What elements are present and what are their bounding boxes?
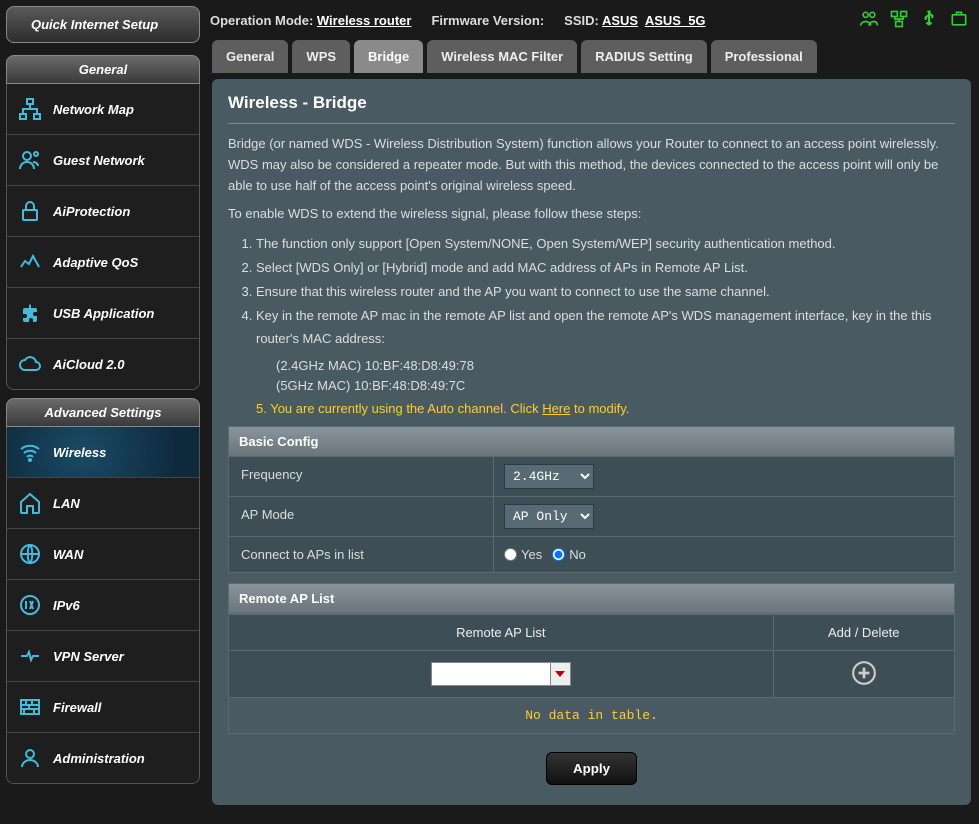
mac-5: (5GHz MAC) 10:BF:48:D8:49:7C [276, 376, 955, 397]
sidebar-item-label: Adaptive QoS [53, 255, 138, 270]
sidebar-item-usb-application[interactable]: USB Application [7, 288, 199, 339]
globe-icon [17, 541, 43, 567]
sidebar-item-administration[interactable]: Administration [7, 733, 199, 783]
sidebar-item-label: Firewall [53, 700, 101, 715]
tab-wps[interactable]: WPS [292, 40, 350, 73]
tab-professional[interactable]: Professional [711, 40, 817, 73]
section-general-head: General [6, 55, 200, 84]
panel-description-1: Bridge (or named WDS - Wireless Distribu… [228, 134, 955, 196]
basic-config-head: Basic Config [228, 426, 955, 457]
sidebar-item-label: AiProtection [53, 204, 130, 219]
admin-icon [17, 745, 43, 771]
panel-title: Wireless - Bridge [228, 93, 955, 124]
col-remote-ap-list: Remote AP List [229, 615, 774, 651]
ap-mode-select[interactable]: AP Only [504, 504, 594, 529]
opmode-link[interactable]: Wireless router [317, 13, 412, 28]
no-data-text: No data in table. [229, 698, 955, 734]
vpn-icon [17, 643, 43, 669]
guest-icon [17, 147, 43, 173]
network-icon[interactable] [889, 9, 909, 32]
steps-list: The function only support [Open System/N… [256, 233, 955, 349]
remote-ap-table: Remote AP List Add / Delete [228, 614, 955, 734]
puzzle-icon [17, 300, 43, 326]
sidebar-item-firewall[interactable]: Firewall [7, 682, 199, 733]
remote-ap-dropdown-button[interactable] [551, 662, 571, 686]
cloud-icon [17, 351, 43, 377]
col-add-delete: Add / Delete [773, 615, 955, 651]
firewall-icon [17, 694, 43, 720]
ssid-24-link[interactable]: ASUS [602, 13, 638, 28]
sidebar-item-label: LAN [53, 496, 80, 511]
step-item: Key in the remote AP mac in the remote A… [256, 305, 955, 349]
sidebar-item-aiprotection[interactable]: AiProtection [7, 186, 199, 237]
section-advanced-head: Advanced Settings [6, 398, 200, 427]
remote-ap-mac-input[interactable] [431, 662, 551, 686]
connect-yes-radio[interactable]: Yes [504, 547, 542, 562]
main-content: General WPS Bridge Wireless MAC Filter R… [212, 40, 971, 818]
home-icon [17, 490, 43, 516]
sidebar-item-label: WAN [53, 547, 83, 562]
sidebar-item-ipv6[interactable]: IPv6 [7, 580, 199, 631]
bridge-panel: Wireless - Bridge Bridge (or named WDS -… [212, 79, 971, 805]
ipv6-icon [17, 592, 43, 618]
sidebar-item-label: Guest Network [53, 153, 145, 168]
apply-button[interactable]: Apply [546, 752, 637, 785]
ap-mode-label: AP Mode [229, 497, 494, 536]
clients-icon[interactable] [859, 9, 879, 32]
reboot-icon[interactable] [949, 9, 969, 32]
frequency-select[interactable]: 2.4GHz [504, 464, 594, 489]
step-item: Ensure that this wireless router and the… [256, 281, 955, 303]
mac-24: (2.4GHz MAC) 10:BF:48:D8:49:78 [276, 356, 955, 377]
connect-aps-label: Connect to APs in list [229, 537, 494, 572]
fw-label: Firmware Version: [431, 13, 544, 28]
sidebar-item-network-map[interactable]: Network Map [7, 84, 199, 135]
tab-wireless-mac-filter[interactable]: Wireless MAC Filter [427, 40, 577, 73]
sidebar-item-label: Administration [53, 751, 145, 766]
remote-ap-head: Remote AP List [228, 583, 955, 614]
sidebar-item-label: Wireless [53, 445, 106, 460]
tab-general[interactable]: General [212, 40, 288, 73]
sidebar-item-label: USB Application [53, 306, 154, 321]
sidebar-item-wireless[interactable]: Wireless [7, 427, 199, 478]
sidebar-item-label: IPv6 [53, 598, 80, 613]
advanced-menu: Wireless LAN WAN IPv6 VPN Server Firewal… [6, 427, 200, 784]
sidebar-item-label: AiCloud 2.0 [53, 357, 125, 372]
step-5-warning: 5. You are currently using the Auto chan… [256, 401, 955, 416]
qos-icon [17, 249, 43, 275]
sidebar-item-adaptive-qos[interactable]: Adaptive QoS [7, 237, 199, 288]
frequency-label: Frequency [229, 457, 494, 496]
sidebar-item-wan[interactable]: WAN [7, 529, 199, 580]
usb-icon[interactable] [919, 9, 939, 32]
modify-channel-link[interactable]: Here [542, 401, 570, 416]
sidebar-item-label: Network Map [53, 102, 134, 117]
ssid-5-link[interactable]: ASUS_5G [645, 13, 706, 28]
sidebar-item-guest-network[interactable]: Guest Network [7, 135, 199, 186]
lock-icon [17, 198, 43, 224]
opmode-label: Operation Mode: [210, 13, 313, 28]
add-ap-button[interactable] [850, 659, 878, 687]
network-map-icon [17, 96, 43, 122]
sidebar-item-vpn-server[interactable]: VPN Server [7, 631, 199, 682]
step-item: Select [WDS Only] or [Hybrid] mode and a… [256, 257, 955, 279]
sidebar-item-label: VPN Server [53, 649, 124, 664]
panel-description-2: To enable WDS to extend the wireless sig… [228, 204, 955, 225]
quick-internet-setup-button[interactable]: Quick Internet Setup [6, 6, 200, 43]
qis-label: Quick Internet Setup [31, 17, 158, 32]
ssid-label: SSID: [564, 13, 599, 28]
tabs: General WPS Bridge Wireless MAC Filter R… [212, 40, 971, 73]
tab-radius-setting[interactable]: RADIUS Setting [581, 40, 707, 73]
sidebar-item-aicloud[interactable]: AiCloud 2.0 [7, 339, 199, 389]
sidebar: Quick Internet Setup General Network Map… [6, 6, 200, 818]
wifi-icon [17, 439, 43, 465]
tab-bridge[interactable]: Bridge [354, 40, 423, 73]
sidebar-item-lan[interactable]: LAN [7, 478, 199, 529]
general-menu: Network Map Guest Network AiProtection A… [6, 84, 200, 390]
connect-no-radio[interactable]: No [552, 547, 586, 562]
top-info-bar: Operation Mode: Wireless router Firmware… [210, 6, 969, 34]
step-item: The function only support [Open System/N… [256, 233, 955, 255]
